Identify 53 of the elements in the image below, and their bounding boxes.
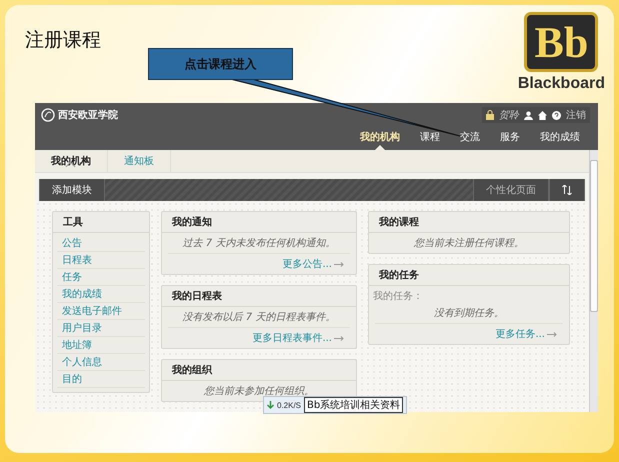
- module-message: 您当前未注册任何课程。: [412, 236, 525, 251]
- home-icon: [538, 110, 547, 120]
- panel-title: 我的通知: [162, 212, 356, 233]
- tool-link[interactable]: 发送电子邮件: [57, 303, 145, 320]
- panel-title: 我的任务: [369, 265, 569, 286]
- module-message: 没有发布以后 7 天的日程表事件。: [182, 310, 336, 325]
- logo-text: Blackboard: [518, 75, 605, 93]
- personalize-button[interactable]: 个性化页面: [473, 179, 549, 201]
- tooltip: Bb系统培训相关资料: [304, 397, 404, 413]
- tool-link[interactable]: 地址簿: [57, 337, 145, 354]
- add-module-button[interactable]: 添加模块: [39, 179, 105, 201]
- arrow-icon: [334, 336, 344, 340]
- tool-link[interactable]: 公告: [57, 235, 145, 252]
- slide-title: 注册课程: [25, 28, 101, 53]
- logout-link[interactable]: 注销: [566, 108, 586, 122]
- person-icon: [524, 110, 533, 120]
- panel-title: 我的课程: [369, 212, 569, 233]
- module-message: 您当前未参加任何组织。: [202, 384, 315, 399]
- more-link[interactable]: 更多任务...: [495, 327, 545, 341]
- emblem-icon: [41, 108, 55, 122]
- nav-tab[interactable]: 交流: [450, 127, 490, 150]
- nav-tab[interactable]: 我的成绩: [530, 127, 590, 150]
- nav-tab[interactable]: 课程: [410, 127, 450, 150]
- tool-link[interactable]: 任务: [57, 269, 145, 286]
- tool-link[interactable]: 个人信息: [57, 354, 145, 371]
- sub-tab[interactable]: 通知板: [108, 150, 171, 172]
- nav-tab[interactable]: 服务: [490, 127, 530, 150]
- panel-title: 我的日程表: [162, 286, 356, 307]
- down-arrow-icon: [267, 401, 274, 409]
- lock-icon: [486, 110, 494, 120]
- panel-title: 我的组织: [162, 360, 356, 381]
- tool-link[interactable]: 用户目录: [57, 320, 145, 337]
- logo-mark: Bb: [524, 12, 598, 72]
- help-icon: [552, 110, 561, 120]
- callout-label: 点击课程进入: [148, 48, 293, 80]
- more-link[interactable]: 更多公告...: [282, 257, 332, 271]
- download-speed: 0.2K/S: [277, 400, 302, 410]
- task-intro: 我的任务：: [372, 290, 424, 303]
- arrow-icon: [547, 332, 557, 336]
- sub-tab[interactable]: 我的机构: [35, 150, 108, 172]
- institution-name: 西安欧亚学院: [58, 108, 118, 122]
- panel-title: 工具: [53, 212, 149, 233]
- more-link[interactable]: 更多日程表事件...: [252, 331, 332, 345]
- user-name[interactable]: 贺聆: [499, 108, 519, 122]
- tool-link[interactable]: 我的成绩: [57, 286, 145, 303]
- module-message: 没有到期任务。: [433, 306, 505, 321]
- module-message: 过去 7 天内未发布任何机构通知。: [182, 236, 336, 251]
- arrow-icon: [334, 262, 344, 266]
- reorder-button[interactable]: [549, 179, 585, 201]
- tool-link[interactable]: 目的: [57, 371, 145, 388]
- tool-link[interactable]: 日程表: [57, 252, 145, 269]
- scrollbar[interactable]: [589, 150, 598, 412]
- sort-icon: [562, 185, 572, 195]
